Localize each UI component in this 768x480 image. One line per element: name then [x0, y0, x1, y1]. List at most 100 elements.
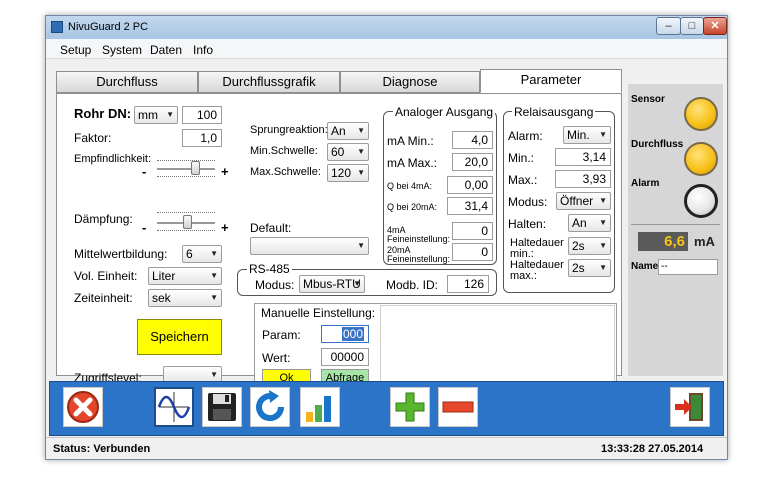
- fein4-field[interactable]: 0: [452, 222, 493, 240]
- alarm-dropdown[interactable]: Min. ▼: [563, 126, 611, 144]
- empfindlichkeit-slider-thumb[interactable]: [191, 161, 200, 175]
- tab-durchfluss[interactable]: Durchfluss: [56, 71, 198, 93]
- dropdown-arrow-icon: ▼: [599, 263, 607, 272]
- halten-label: Halten:: [508, 217, 547, 231]
- menu-info[interactable]: Info: [193, 43, 213, 57]
- main-panel: Durchfluss Durchflussgrafik Diagnose Par…: [56, 66, 623, 388]
- relais-modus-dropdown[interactable]: Öffner ▼: [556, 192, 611, 210]
- modb-id-field[interactable]: 126: [447, 275, 489, 293]
- relais-max-label: Max.:: [508, 173, 538, 187]
- ma-value-display: 6,6: [638, 232, 688, 251]
- empfindlichkeit-label: Empfindlichkeit:: [74, 153, 152, 165]
- relais-min-field[interactable]: 3,14: [555, 148, 611, 166]
- dropdown-arrow-icon: ▼: [353, 279, 361, 288]
- q4-label: Q bei 4mA:: [387, 181, 433, 191]
- waveform-button[interactable]: [154, 387, 194, 427]
- fein20-field[interactable]: 0: [452, 243, 493, 261]
- param-label: Param:: [262, 328, 301, 342]
- save-to-disk-button[interactable]: [202, 387, 242, 427]
- wert-label: Wert:: [262, 351, 291, 365]
- faktor-field[interactable]: 1,0: [182, 129, 222, 147]
- relais-min-label: Min.:: [508, 151, 535, 165]
- menu-bar: Setup System Daten Info: [46, 39, 727, 59]
- zeiteinheit-dropdown[interactable]: sek ▼: [148, 289, 222, 307]
- rohr-value-field[interactable]: 100: [182, 106, 222, 124]
- mittelwert-dropdown[interactable]: 6 ▼: [182, 245, 222, 263]
- close-button[interactable]: ✕: [703, 17, 727, 35]
- status-text: Status: Verbunden: [53, 443, 151, 455]
- haltedauer-max-dropdown[interactable]: 2s ▼: [568, 259, 611, 277]
- analog-output-title: Analoger Ausgang: [393, 105, 496, 119]
- add-button[interactable]: [390, 387, 430, 427]
- cancel-button[interactable]: [63, 387, 103, 427]
- app-icon: [51, 21, 63, 33]
- max-schwelle-dropdown[interactable]: 120 ▼: [327, 164, 369, 182]
- param-field[interactable]: 000: [321, 325, 369, 343]
- refresh-button[interactable]: [250, 387, 290, 427]
- ma-max-field[interactable]: 20,0: [452, 153, 493, 171]
- empf-plus: +: [221, 164, 229, 179]
- default-dropdown[interactable]: ▼: [250, 237, 369, 255]
- sprungreaktion-dropdown[interactable]: An ▼: [327, 122, 369, 140]
- vol-einheit-label: Vol. Einheit:: [74, 269, 138, 283]
- relais-max-field[interactable]: 3,93: [555, 170, 611, 188]
- empf-minus: -: [142, 164, 147, 179]
- minimize-button[interactable]: –: [656, 17, 681, 35]
- menu-setup[interactable]: Setup: [60, 43, 91, 57]
- wave-icon: [157, 392, 191, 422]
- menu-daten[interactable]: Daten: [150, 43, 182, 57]
- sprungreaktion-label: Sprungreaktion:: [250, 124, 328, 136]
- alarm-label: Alarm:: [508, 129, 543, 143]
- statistics-button[interactable]: [300, 387, 340, 427]
- sensor-label: Sensor: [631, 94, 665, 105]
- daempf-plus: +: [221, 220, 229, 235]
- remove-button[interactable]: [438, 387, 478, 427]
- faktor-label: Faktor:: [74, 131, 112, 145]
- ma-unit-label: mA: [694, 234, 715, 249]
- tab-diagnose[interactable]: Diagnose: [340, 71, 480, 93]
- zeiteinheit-label: Zeiteinheit:: [74, 291, 133, 305]
- halten-dropdown[interactable]: An ▼: [568, 214, 611, 232]
- name-field[interactable]: --: [658, 259, 718, 275]
- empf-ticks-bottom: [157, 174, 215, 177]
- dropdown-arrow-icon: ▼: [599, 196, 607, 205]
- window-title: NivuGuard 2 PC: [68, 21, 149, 33]
- durchfluss-label: Durchfluss: [631, 139, 684, 150]
- empf-ticks: [157, 158, 215, 161]
- vol-einheit-dropdown[interactable]: Liter ▼: [148, 267, 222, 285]
- sensor-bulb-icon: [684, 97, 718, 131]
- exit-button[interactable]: [670, 387, 710, 427]
- haltedauer-max-label-2: max.:: [510, 270, 537, 282]
- dropdown-arrow-icon: ▼: [210, 293, 218, 302]
- save-button[interactable]: Speichern: [137, 319, 222, 355]
- side-divider: [631, 224, 720, 225]
- ma-min-field[interactable]: 4,0: [452, 131, 493, 149]
- relais-output-title: Relaisausgang: [512, 105, 596, 119]
- min-schwelle-dropdown[interactable]: 60 ▼: [327, 143, 369, 161]
- refresh-icon: [256, 390, 285, 422]
- daempfung-slider-thumb[interactable]: [183, 215, 192, 229]
- tab-parameter[interactable]: Parameter: [480, 69, 622, 93]
- wert-field[interactable]: 00000: [321, 348, 369, 366]
- daempfung-label: Dämpfung:: [74, 212, 133, 226]
- mittelwert-label: Mittelwertbildung:: [74, 247, 168, 261]
- maximize-button[interactable]: □: [680, 17, 704, 35]
- dropdown-arrow-icon: ▼: [357, 168, 365, 177]
- q4-field[interactable]: 0,00: [447, 176, 493, 194]
- tab-durchflussgrafik[interactable]: Durchflussgrafik: [198, 71, 340, 93]
- title-bar: NivuGuard 2 PC – □ ✕: [46, 16, 727, 39]
- empfindlichkeit-slider-track: [157, 168, 215, 170]
- dropdown-arrow-icon: ▼: [599, 130, 607, 139]
- dropdown-arrow-icon: ▼: [210, 249, 218, 258]
- ma-max-label: mA Max.:: [387, 156, 438, 170]
- alarm-bulb-icon: [684, 184, 718, 218]
- rohr-unit-dropdown[interactable]: mm ▼: [134, 106, 178, 124]
- menu-system[interactable]: System: [102, 43, 142, 57]
- q20-field[interactable]: 31,4: [447, 197, 493, 215]
- rs485-modus-label: Modus:: [255, 278, 295, 292]
- status-bar: Status: Verbunden 13:33:28 27.05.2014: [46, 437, 727, 459]
- rs485-modus-dropdown[interactable]: Mbus-RTU ▼: [299, 275, 365, 293]
- modb-id-label: Modb. ID:: [386, 278, 439, 292]
- haltedauer-min-dropdown[interactable]: 2s ▼: [568, 237, 611, 255]
- dropdown-arrow-icon: ▼: [357, 241, 365, 250]
